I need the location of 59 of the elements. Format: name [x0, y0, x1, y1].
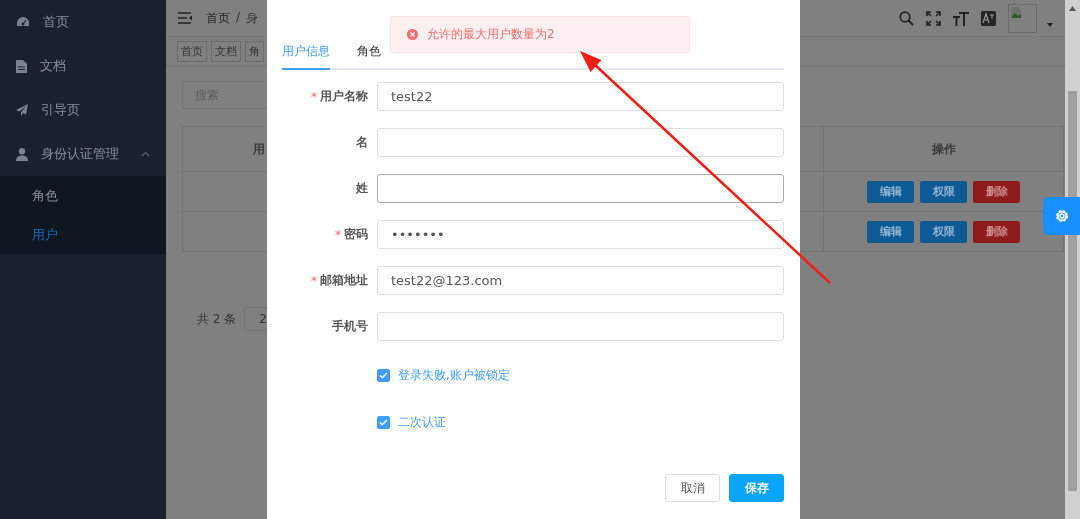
input-field[interactable]: •••••••	[377, 220, 784, 249]
action-button[interactable]: 编辑	[867, 220, 914, 243]
input-field[interactable]	[377, 174, 784, 203]
input-field[interactable]: test22@123.com	[377, 266, 784, 295]
cancel-button[interactable]: 取消	[665, 474, 720, 502]
checkbox[interactable]	[377, 369, 390, 382]
document-icon	[16, 59, 27, 73]
required-mark: *	[311, 89, 317, 104]
delete-button[interactable]: 删除	[973, 220, 1020, 243]
total-count: 共 2 条	[197, 310, 237, 328]
checkbox-label[interactable]: 登录失败,账户被锁定	[398, 367, 510, 384]
input-field[interactable]: test22	[377, 82, 784, 111]
sidebar-item[interactable]: 首页	[0, 0, 166, 44]
field-label: 用户名称	[320, 88, 369, 105]
action-button[interactable]: 权限	[920, 180, 967, 203]
column-header: 操作	[931, 141, 956, 156]
gauge-icon	[16, 16, 30, 28]
field-label: 手机号	[332, 318, 369, 335]
fullscreen-icon[interactable]	[926, 10, 941, 26]
scroll-up-icon[interactable]	[1069, 6, 1076, 11]
translate-icon[interactable]	[981, 10, 996, 26]
checkbox[interactable]	[377, 416, 390, 429]
tab[interactable]: 角色	[357, 40, 381, 70]
breadcrumb-link[interactable]: 身	[246, 9, 259, 27]
page-tab[interactable]: 首页	[177, 40, 207, 62]
checkbox-label[interactable]: 二次认证	[398, 414, 446, 431]
settings-button[interactable]	[1043, 197, 1080, 235]
sidebar-item[interactable]: 引导页	[0, 88, 166, 132]
scrollbar[interactable]	[1065, 0, 1080, 519]
error-icon	[407, 29, 418, 40]
column-header: 用	[253, 141, 265, 156]
tab[interactable]: 用户信息	[282, 40, 330, 70]
page-tab[interactable]: 角	[245, 40, 264, 62]
action-button[interactable]: 权限	[920, 220, 967, 243]
field-label: 名	[356, 134, 369, 151]
search-icon[interactable]	[899, 10, 914, 26]
field-label: 密码	[344, 226, 369, 243]
breadcrumb-separator: /	[236, 9, 241, 26]
sidebar-subitem[interactable]: 角色	[0, 176, 166, 215]
breadcrumb-link[interactable]: 首页	[206, 9, 230, 27]
paper-plane-icon	[16, 104, 28, 116]
broken-image-icon[interactable]	[1008, 3, 1037, 33]
delete-button[interactable]: 删除	[973, 180, 1020, 203]
caret-down-icon[interactable]	[1047, 23, 1053, 27]
action-button[interactable]: 编辑	[867, 180, 914, 203]
page-tab[interactable]: 文档	[211, 40, 241, 62]
error-message: 允许的最大用户数量为2	[390, 16, 690, 53]
field-label: 姓	[356, 180, 369, 197]
required-mark: *	[311, 273, 317, 288]
user-icon	[16, 147, 28, 161]
menu-icon[interactable]	[178, 12, 192, 24]
scroll-thumb[interactable]	[1068, 91, 1077, 491]
field-label: 邮箱地址	[320, 272, 369, 289]
sidebar-item[interactable]: 文档	[0, 44, 166, 88]
sidebar-subitem[interactable]: 用户	[0, 215, 166, 254]
sidebar-item[interactable]: 身份认证管理	[0, 132, 166, 176]
save-button[interactable]: 保存	[729, 474, 784, 502]
required-mark: *	[335, 227, 341, 242]
font-size-icon[interactable]	[953, 10, 969, 26]
